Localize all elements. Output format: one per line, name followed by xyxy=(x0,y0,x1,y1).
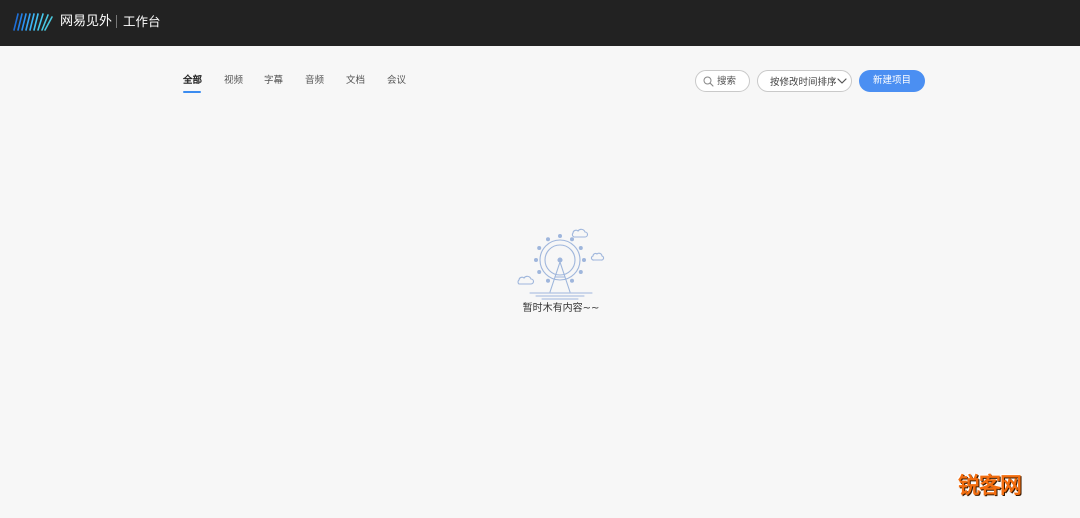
tab-video[interactable]: 视频 xyxy=(224,73,243,89)
tab-audio[interactable]: 音频 xyxy=(305,73,324,89)
top-bar: 网易见外 工作台 xyxy=(0,0,1080,46)
netease-logo-icon[interactable] xyxy=(12,12,54,32)
chevron-down-icon xyxy=(837,78,847,84)
search-placeholder: 搜索 xyxy=(717,76,737,87)
ferris-wheel-empty-illustration xyxy=(517,228,605,300)
active-tab-indicator xyxy=(183,91,201,93)
empty-state-message: 暂时木有内容~~ xyxy=(522,303,600,314)
tab-subtitles[interactable]: 字幕 xyxy=(264,73,283,89)
tab-meetings[interactable]: 会议 xyxy=(387,73,406,89)
search-icon xyxy=(703,76,714,87)
brand-name[interactable]: 网易见外 xyxy=(60,13,112,31)
search-input[interactable]: 搜索 xyxy=(695,70,750,92)
watermark-logo: 锐客网 xyxy=(958,474,1022,499)
sort-dropdown[interactable]: 按修改时间排序 xyxy=(757,70,852,92)
sort-selected-value: 按修改时间排序 xyxy=(770,77,837,88)
tab-all[interactable]: 全部 xyxy=(183,73,202,89)
brand-divider xyxy=(116,15,117,28)
new-project-button[interactable]: 新建项目 xyxy=(859,70,925,92)
tab-documents[interactable]: 文档 xyxy=(346,73,365,89)
brand-subtitle[interactable]: 工作台 xyxy=(123,13,161,31)
